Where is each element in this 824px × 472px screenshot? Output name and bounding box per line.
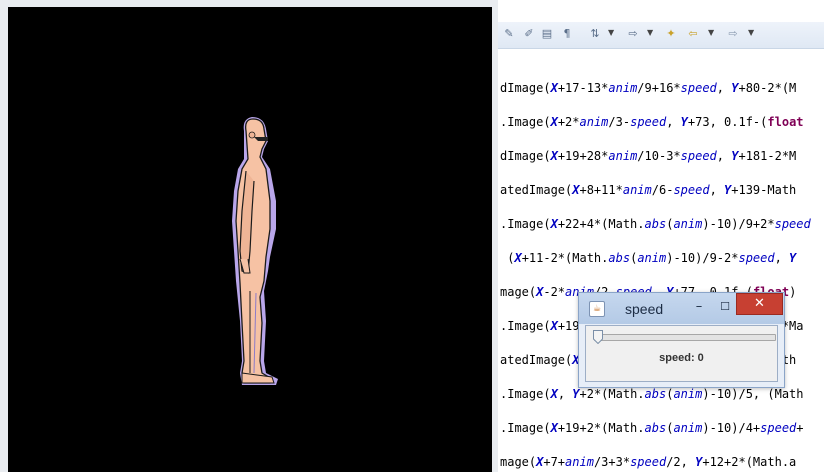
forward-arrow-icon[interactable]: ⇨ bbox=[726, 27, 740, 41]
chevron-down-icon[interactable]: ▼ bbox=[608, 28, 614, 37]
editor-toolbar: ✎ ✐ ▤ ¶ ⇅ ▼ ⇨ ▼ ✦ ⇦ ▼ ⇨ ▼ bbox=[498, 22, 824, 49]
java-icon: ☕ bbox=[589, 301, 605, 317]
code-line: .Image(X+19+2*(Math.abs(anim)-10)/4+spee… bbox=[500, 421, 804, 435]
code-line: dImage(X+17-13*anim/9+16*speed, Y+80-2*(… bbox=[500, 81, 797, 95]
chevron-down-icon[interactable]: ▼ bbox=[748, 28, 754, 37]
dialog-titlebar[interactable]: ☕ speed – ☐ ✕ bbox=[579, 293, 784, 324]
minimize-button[interactable]: – bbox=[690, 299, 708, 315]
code-line: mage(X+7+anim/3+3*speed/2, Y+12+2*(Math.… bbox=[500, 455, 797, 469]
document-icon[interactable]: ▤ bbox=[540, 27, 554, 41]
maximize-button[interactable]: ☐ bbox=[716, 299, 734, 315]
dialog-title: speed bbox=[625, 301, 664, 317]
chevron-down-icon[interactable]: ▼ bbox=[708, 28, 714, 37]
code-line: .Image(X, Y+2*(Math.abs(anim)-10)/5, (Ma… bbox=[500, 387, 804, 401]
code-line: .Image(X+2*anim/3-speed, Y+73, 0.1f-(flo… bbox=[500, 115, 804, 129]
speed-value-label: speed: 0 bbox=[659, 352, 704, 364]
animation-canvas[interactable] bbox=[8, 7, 492, 472]
code-line: dImage(X+19+28*anim/10-3*speed, Y+181-2*… bbox=[500, 149, 797, 163]
edit-icon[interactable]: ✎ bbox=[502, 27, 516, 41]
canvas-window bbox=[0, 0, 500, 472]
back-arrow-icon[interactable]: ⇦ bbox=[686, 27, 700, 41]
task-icon[interactable]: ⇨ bbox=[626, 27, 640, 41]
last-edit-icon[interactable]: ✦ bbox=[664, 27, 678, 41]
close-button[interactable]: ✕ bbox=[736, 293, 783, 315]
walking-man-figure bbox=[232, 117, 278, 385]
code-line: atedImage(X+8+11*anim/6-speed, Y+139-Mat… bbox=[500, 183, 797, 197]
code-editor: ✎ ✐ ▤ ¶ ⇅ ▼ ⇨ ▼ ✦ ⇦ ▼ ⇨ ▼ dImage(X+17-13… bbox=[498, 0, 824, 472]
nav-icon[interactable]: ⇅ bbox=[588, 27, 602, 41]
chevron-down-icon[interactable]: ▼ bbox=[647, 28, 653, 37]
paragraph-icon[interactable]: ¶ bbox=[560, 27, 574, 41]
speed-slider[interactable] bbox=[593, 330, 776, 344]
slider-thumb[interactable] bbox=[593, 330, 603, 344]
dialog-body: speed: 0 bbox=[585, 325, 778, 382]
annotation-icon[interactable]: ✐ bbox=[522, 27, 536, 41]
speed-dialog: ☕ speed – ☐ ✕ speed: 0 bbox=[578, 292, 785, 388]
code-line: .Image(X+22+4*(Math.abs(anim)-10)/9+2*sp… bbox=[500, 217, 811, 231]
code-line: (X+11-2*(Math.abs(anim)-10)/9-2*speed, Y bbox=[500, 251, 797, 265]
